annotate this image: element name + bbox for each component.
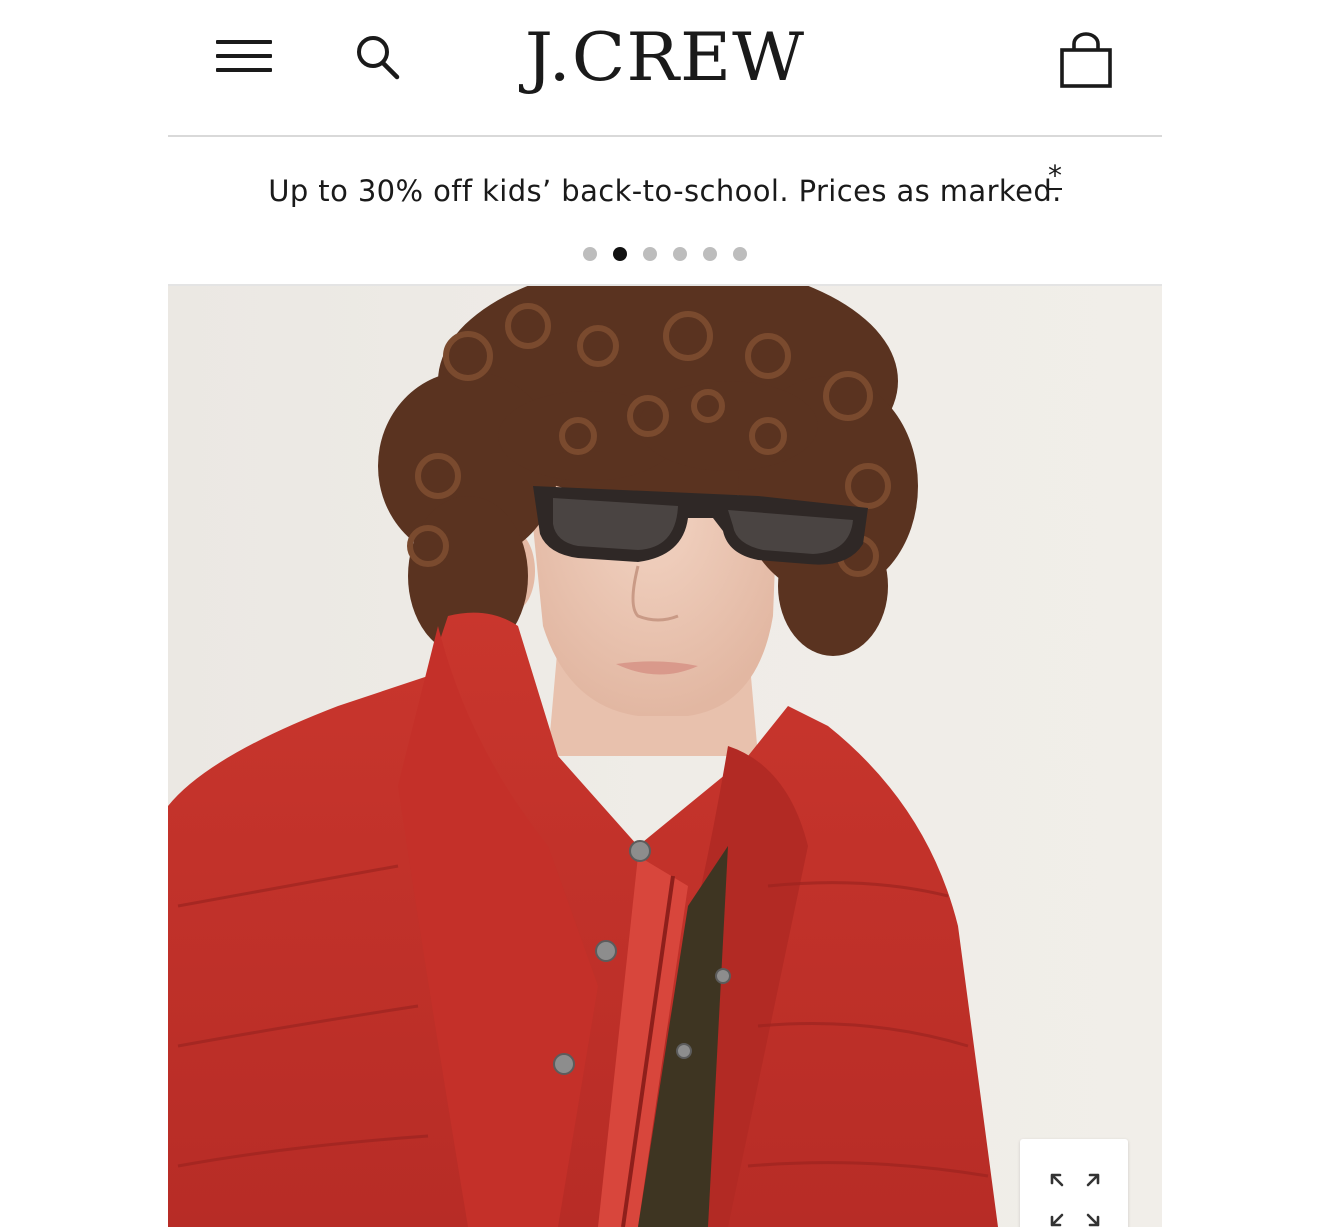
carousel-dot[interactable] (583, 247, 597, 261)
header-divider (168, 135, 1162, 137)
shopping-bag-icon (1060, 32, 1112, 88)
promo-banner[interactable]: Up to 30% off kids’ back-to-school. Pric… (168, 150, 1162, 280)
shopping-bag-button[interactable] (1058, 32, 1114, 90)
brand-logo[interactable]: J.CREW (168, 18, 1162, 96)
carousel-dot[interactable] (643, 247, 657, 261)
model-photo (168, 286, 1162, 1227)
promo-disclaimer-link[interactable]: * (1048, 162, 1062, 190)
expand-arrows-icon (1050, 1173, 1100, 1227)
expand-image-button[interactable] (1020, 1139, 1128, 1227)
carousel-dot[interactable] (673, 247, 687, 261)
carousel-dot[interactable] (613, 247, 627, 261)
site-header: J.CREW (168, 0, 1162, 136)
carousel-dots (168, 247, 1162, 261)
carousel-dot[interactable] (733, 247, 747, 261)
hero-image[interactable] (168, 286, 1162, 1227)
carousel-dot[interactable] (703, 247, 717, 261)
promo-text[interactable]: Up to 30% off kids’ back-to-school. Pric… (168, 174, 1162, 208)
